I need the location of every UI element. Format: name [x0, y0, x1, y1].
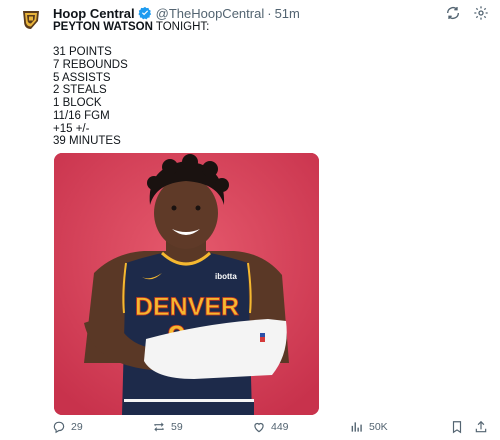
stat-line: 2 STEALS	[53, 84, 107, 97]
verified-badge-icon	[138, 6, 152, 20]
like-button[interactable]: 449	[252, 420, 289, 434]
repost-icon	[154, 422, 164, 432]
refresh-icon[interactable]	[444, 4, 462, 22]
stat-line: 7 REBOUNDS	[53, 59, 128, 72]
like-icon	[254, 422, 264, 433]
views-count: 50K	[369, 421, 388, 433]
reply-button[interactable]: 29	[52, 420, 83, 434]
stat-line: 1 BLOCK	[53, 97, 102, 110]
separator-dot: ·	[267, 5, 272, 21]
reply-icon	[53, 421, 65, 434]
settings-icon[interactable]	[472, 4, 490, 22]
share-button[interactable]	[474, 420, 488, 434]
reply-count: 29	[71, 421, 83, 433]
stat-line: 39 MINUTES	[53, 135, 121, 148]
stat-line: 31 POINTS	[53, 46, 112, 59]
engagement-bar: 29 59 449 50K	[52, 420, 492, 438]
handle[interactable]: @TheHoopCentral	[156, 6, 265, 21]
post-text: PEYTON WATSON TONIGHT: 31 POINTS 7 REBOU…	[53, 21, 473, 148]
headline-suffix: TONIGHT:	[152, 21, 210, 33]
timestamp[interactable]: 51m	[275, 6, 300, 21]
repost-button[interactable]: 59	[152, 420, 183, 434]
stat-line: +15 +/-	[53, 122, 90, 135]
views-button[interactable]: 50K	[350, 420, 388, 434]
post-header: Hoop Central @TheHoopCentral · 51m	[53, 5, 300, 21]
like-count: 449	[271, 421, 289, 433]
avatar[interactable]	[18, 6, 44, 32]
top-actions	[444, 4, 490, 22]
jersey-patch-text: ibotta	[215, 272, 237, 281]
bookmark-icon	[452, 421, 462, 434]
post-headline: PEYTON WATSON TONIGHT:	[53, 21, 473, 34]
display-name[interactable]: Hoop Central	[53, 6, 135, 21]
tweet: Hoop Central @TheHoopCentral · 51m PEYTO…	[0, 0, 500, 440]
jersey-text: DENVER	[135, 293, 239, 321]
stat-line: 5 ASSISTS	[53, 71, 111, 84]
share-icon	[475, 420, 487, 433]
stat-line: 11/16 FGM	[53, 109, 110, 122]
views-icon	[351, 422, 362, 432]
bookmark-button[interactable]	[450, 420, 464, 434]
post-photo[interactable]: ibotta DENVER 9	[54, 153, 319, 415]
team-logo-icon	[23, 11, 39, 29]
player-name: PEYTON WATSON	[53, 21, 153, 33]
repost-count: 59	[171, 421, 183, 433]
player-photo: ibotta DENVER 9	[54, 153, 319, 415]
